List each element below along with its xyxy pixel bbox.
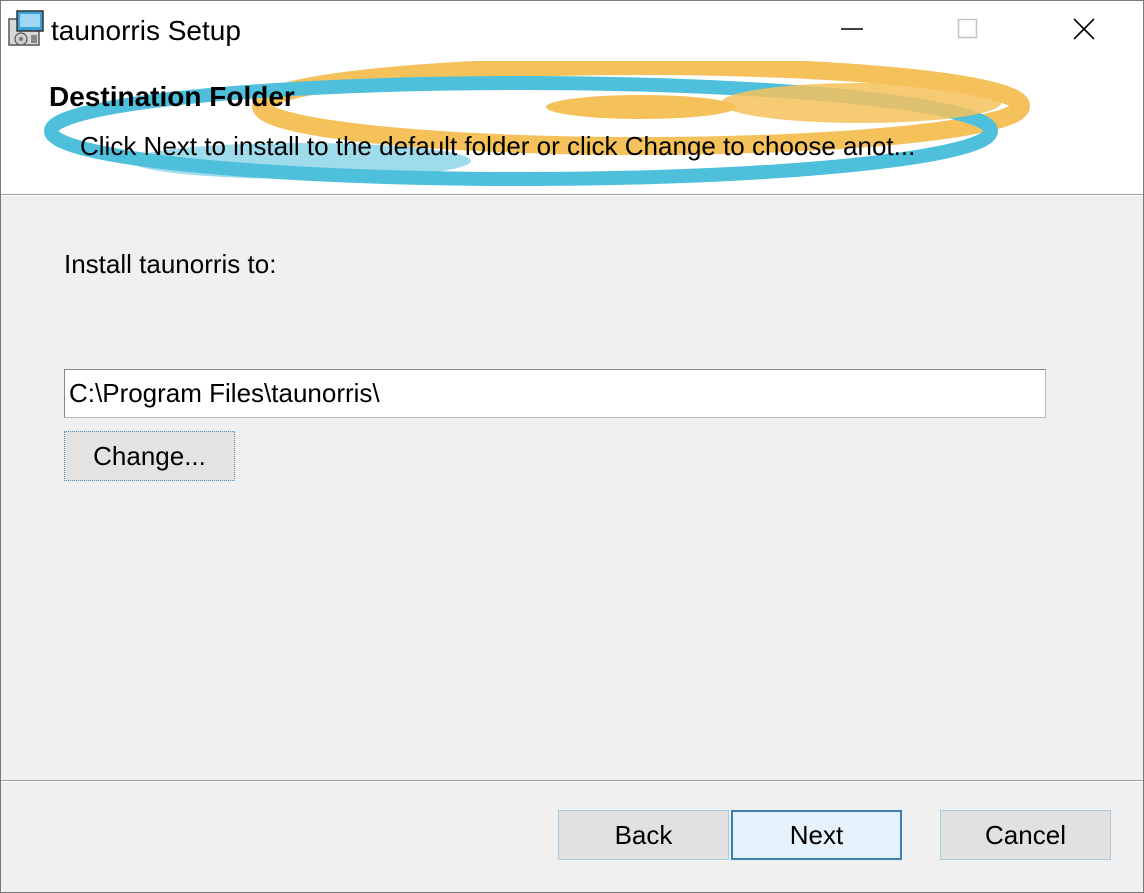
change-folder-button[interactable]: Change...	[64, 431, 235, 481]
maximize-icon	[957, 18, 979, 45]
install-path-field[interactable]	[64, 369, 1046, 418]
minimize-button[interactable]	[794, 1, 910, 61]
minimize-icon	[840, 17, 864, 46]
installer-icon	[7, 9, 47, 51]
title-bar[interactable]: taunorris Setup	[1, 1, 1143, 61]
setup-window: taunorris Setup Destination Folder Click…	[0, 0, 1144, 893]
header-banner: Destination Folder Click Next to install…	[1, 61, 1143, 194]
page-title: Destination Folder	[49, 81, 295, 112]
header-divider	[1, 194, 1143, 196]
footer-divider	[1, 780, 1143, 782]
close-button[interactable]	[1026, 1, 1142, 61]
back-button[interactable]: Back	[558, 810, 729, 860]
page-description: Click Next to install to the default fol…	[80, 131, 916, 161]
cancel-button[interactable]: Cancel	[940, 810, 1111, 860]
close-icon	[1072, 17, 1096, 46]
install-location-label: Install taunorris to:	[64, 249, 277, 279]
window-title: taunorris Setup	[51, 15, 241, 46]
next-button[interactable]: Next	[731, 810, 902, 860]
maximize-button[interactable]	[910, 1, 1026, 61]
